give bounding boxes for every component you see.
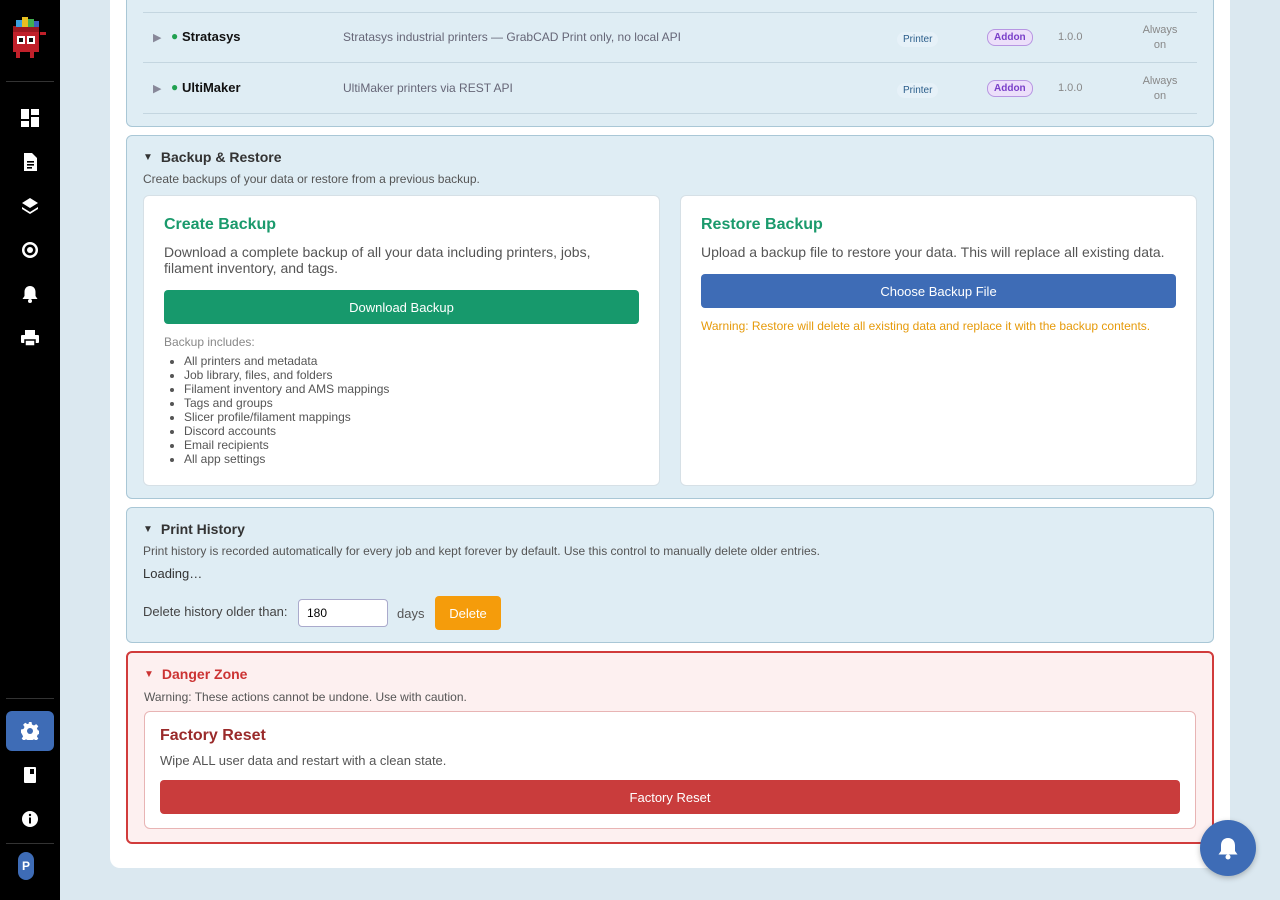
addon-description: Stratasys industrial printers — GrabCAD …	[343, 30, 681, 44]
collapse-triangle-icon: ▼	[144, 668, 154, 680]
addon-state-line2: on	[1153, 39, 1167, 51]
book-icon	[24, 767, 36, 783]
section-title: Danger Zone	[161, 666, 248, 682]
addon-type-tag: Printer	[897, 83, 939, 98]
loading-text: Loading…	[143, 566, 203, 581]
download-backup-button[interactable]: Download Backup	[164, 290, 639, 324]
addon-name: UltiMaker	[182, 80, 241, 95]
nav-about[interactable]	[6, 799, 54, 839]
card-title: Create Backup	[164, 216, 277, 233]
sidebar: P	[0, 0, 60, 900]
card-text: Upload a backup file to restore your dat…	[701, 244, 1165, 260]
nav-docs[interactable]	[6, 755, 54, 795]
addon-version: 1.0.0	[1058, 31, 1083, 43]
addon-state: Always on	[1131, 74, 1189, 104]
list-item: Slicer profile/filament mappings	[184, 410, 389, 424]
history-days-input[interactable]	[298, 599, 388, 627]
layers-icon	[22, 198, 38, 214]
card-title: Factory Reset	[160, 727, 266, 744]
expand-caret-icon[interactable]: ▶	[153, 31, 161, 44]
collapse-triangle-icon: ▼	[143, 523, 153, 535]
restore-warning: Warning: Restore will delete all existin…	[701, 319, 1151, 333]
restore-backup-card: Restore Backup Upload a backup file to r…	[680, 195, 1197, 486]
section-title: Backup & Restore	[160, 149, 282, 165]
target-icon	[22, 242, 38, 258]
nav-printers[interactable]	[6, 318, 54, 358]
list-item: Email recipients	[184, 438, 389, 452]
nav-dashboard[interactable]	[6, 98, 54, 138]
history-section-header[interactable]: ▼ Print History	[143, 521, 245, 537]
days-unit-label: days	[397, 606, 425, 621]
sidebar-divider	[6, 843, 54, 844]
document-icon	[24, 153, 37, 171]
sidebar-divider	[6, 81, 54, 82]
create-backup-card: Create Backup Download a complete backup…	[143, 195, 660, 486]
addon-state-line1: Always	[1142, 75, 1178, 87]
section-description: Print history is recorded automatically …	[143, 544, 820, 558]
user-avatar[interactable]: P	[18, 852, 34, 880]
collapse-triangle-icon: ▼	[143, 151, 153, 163]
dashboard-icon	[21, 109, 39, 127]
addons-section: ▶ ● Stratasys Stratasys industrial print…	[126, 0, 1214, 127]
nav-jobs[interactable]	[6, 142, 54, 182]
addon-version: 1.0.0	[1058, 82, 1083, 94]
status-dot-icon: ●	[171, 80, 179, 94]
delete-history-label: Delete history older than:	[143, 604, 288, 619]
addon-badge: Addon	[987, 29, 1033, 46]
danger-warning: Warning: These actions cannot be undone.…	[144, 690, 467, 704]
factory-reset-card: Factory Reset Wipe ALL user data and res…	[144, 711, 1196, 829]
choose-backup-file-button[interactable]: Choose Backup File	[701, 274, 1176, 308]
info-icon	[22, 811, 38, 827]
list-item: Job library, files, and folders	[184, 368, 389, 382]
list-item: All printers and metadata	[184, 354, 389, 368]
sidebar-divider	[6, 698, 54, 699]
addon-state-line2: on	[1153, 90, 1167, 102]
expand-caret-icon[interactable]: ▶	[153, 82, 161, 95]
nav-settings[interactable]	[6, 711, 54, 751]
addon-name: Stratasys	[182, 29, 241, 44]
danger-section-header[interactable]: ▼ Danger Zone	[144, 666, 247, 682]
printer-icon	[21, 330, 39, 347]
list-item: Discord accounts	[184, 424, 389, 438]
delete-history-button[interactable]: Delete	[435, 596, 501, 630]
addon-row[interactable]: ▶ ● Stratasys Stratasys industrial print…	[143, 12, 1197, 63]
backup-section-header[interactable]: ▼ Backup & Restore	[143, 149, 282, 165]
bell-icon	[1218, 838, 1238, 860]
addon-row[interactable]: ▶ ● UltiMaker UltiMaker printers via RES…	[143, 63, 1197, 114]
status-dot-icon: ●	[171, 29, 179, 43]
card-text: Wipe ALL user data and restart with a cl…	[160, 753, 447, 768]
list-item: All app settings	[184, 452, 389, 466]
addon-state-line1: Always	[1142, 24, 1178, 36]
backup-includes-heading: Backup includes:	[164, 335, 255, 349]
nav-filament[interactable]	[6, 230, 54, 270]
print-history-section: ▼ Print History Print history is recorde…	[126, 507, 1214, 643]
notifications-fab[interactable]	[1200, 820, 1256, 876]
backup-restore-section: ▼ Backup & Restore Create backups of you…	[126, 135, 1214, 499]
factory-reset-button[interactable]: Factory Reset	[160, 780, 1180, 814]
section-description: Create backups of your data or restore f…	[143, 172, 480, 186]
nav-layers[interactable]	[6, 186, 54, 226]
addon-description: UltiMaker printers via REST API	[343, 81, 513, 95]
settings-icon	[21, 722, 39, 740]
list-item: Filament inventory and AMS mappings	[184, 382, 389, 396]
card-title: Restore Backup	[701, 216, 823, 233]
danger-zone-section: ▼ Danger Zone Warning: These actions can…	[126, 651, 1214, 844]
row-divider	[143, 12, 1197, 13]
app-logo[interactable]	[10, 14, 48, 60]
card-text: Download a complete backup of all your d…	[164, 244, 591, 276]
backup-includes-list: All printers and metadata Job library, f…	[184, 354, 389, 466]
addon-type-tag: Printer	[897, 32, 939, 47]
bell-icon	[22, 286, 38, 303]
addon-badge: Addon	[987, 80, 1033, 97]
list-item: Tags and groups	[184, 396, 389, 410]
addon-state: Always on	[1131, 23, 1189, 53]
section-title: Print History	[160, 521, 245, 537]
nav-notifications[interactable]	[6, 274, 54, 314]
